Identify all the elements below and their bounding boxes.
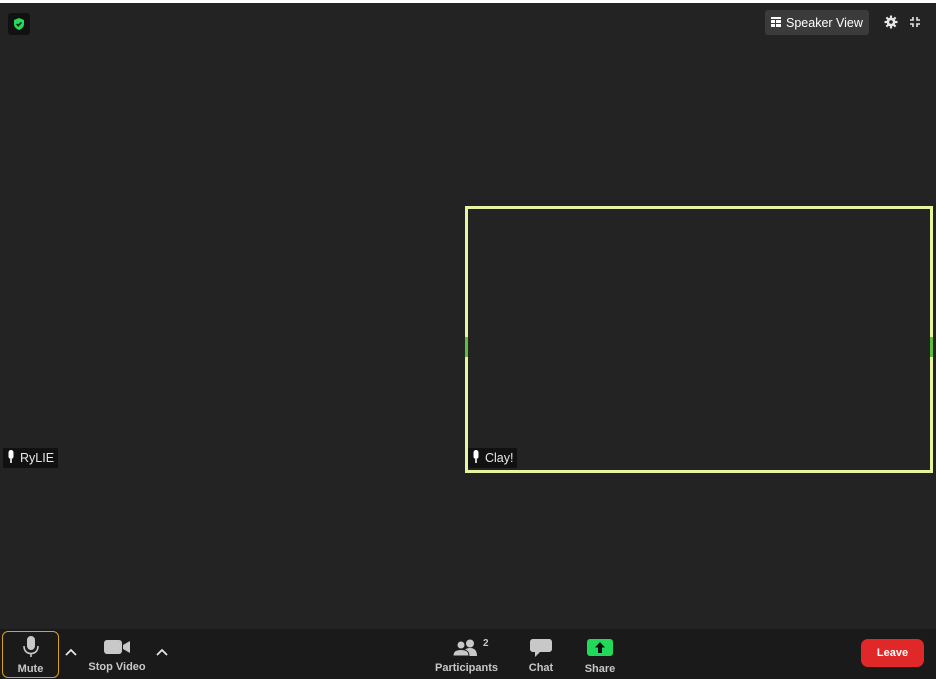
participant-name: RyLIE [20, 451, 55, 465]
people-icon [451, 639, 481, 659]
video-camera-icon [104, 639, 130, 658]
share-screen-button[interactable]: Share [582, 629, 618, 679]
audio-level-indicator [930, 337, 933, 357]
gear-icon[interactable] [883, 14, 899, 30]
audio-level-indicator [465, 337, 468, 357]
microphone-icon [22, 636, 39, 661]
participant-tag-clay: Clay! [468, 448, 518, 468]
participant-name: Clay! [485, 451, 514, 465]
audio-options-chevron-up-icon[interactable] [64, 645, 78, 659]
encryption-shield-icon[interactable] [8, 13, 30, 35]
participants-button[interactable]: Participants [433, 629, 500, 679]
share-arrow-icon [587, 639, 613, 660]
grid-icon [771, 16, 781, 30]
meeting-window: Speaker View RyLIE Clay! Mute Stop Video… [0, 3, 936, 679]
mute-button[interactable]: Mute [2, 631, 59, 678]
meeting-toolbar: Mute Stop Video Participants 2 Chat Shar… [0, 629, 936, 679]
video-options-chevron-up-icon[interactable] [155, 645, 169, 659]
chat-button[interactable]: Chat [525, 629, 557, 679]
chat-label: Chat [528, 662, 554, 674]
stop-video-button[interactable]: Stop Video [86, 629, 148, 679]
participants-label: Participants [435, 662, 498, 674]
speaker-view-button[interactable]: Speaker View [765, 10, 869, 35]
share-label: Share [584, 663, 616, 675]
participant-tag-rylie: RyLIE [3, 448, 59, 468]
leave-button[interactable]: Leave [861, 639, 924, 667]
view-label: Speaker View [786, 15, 863, 30]
mute-label: Mute [17, 663, 44, 675]
participants-count-badge: 2 [483, 638, 489, 649]
microphone-icon [7, 450, 15, 466]
chat-bubble-icon [530, 639, 552, 660]
active-speaker-tile[interactable] [465, 206, 933, 473]
stop-video-label: Stop Video [88, 661, 146, 673]
microphone-icon [472, 450, 480, 466]
fullscreen-icon[interactable] [907, 14, 923, 30]
